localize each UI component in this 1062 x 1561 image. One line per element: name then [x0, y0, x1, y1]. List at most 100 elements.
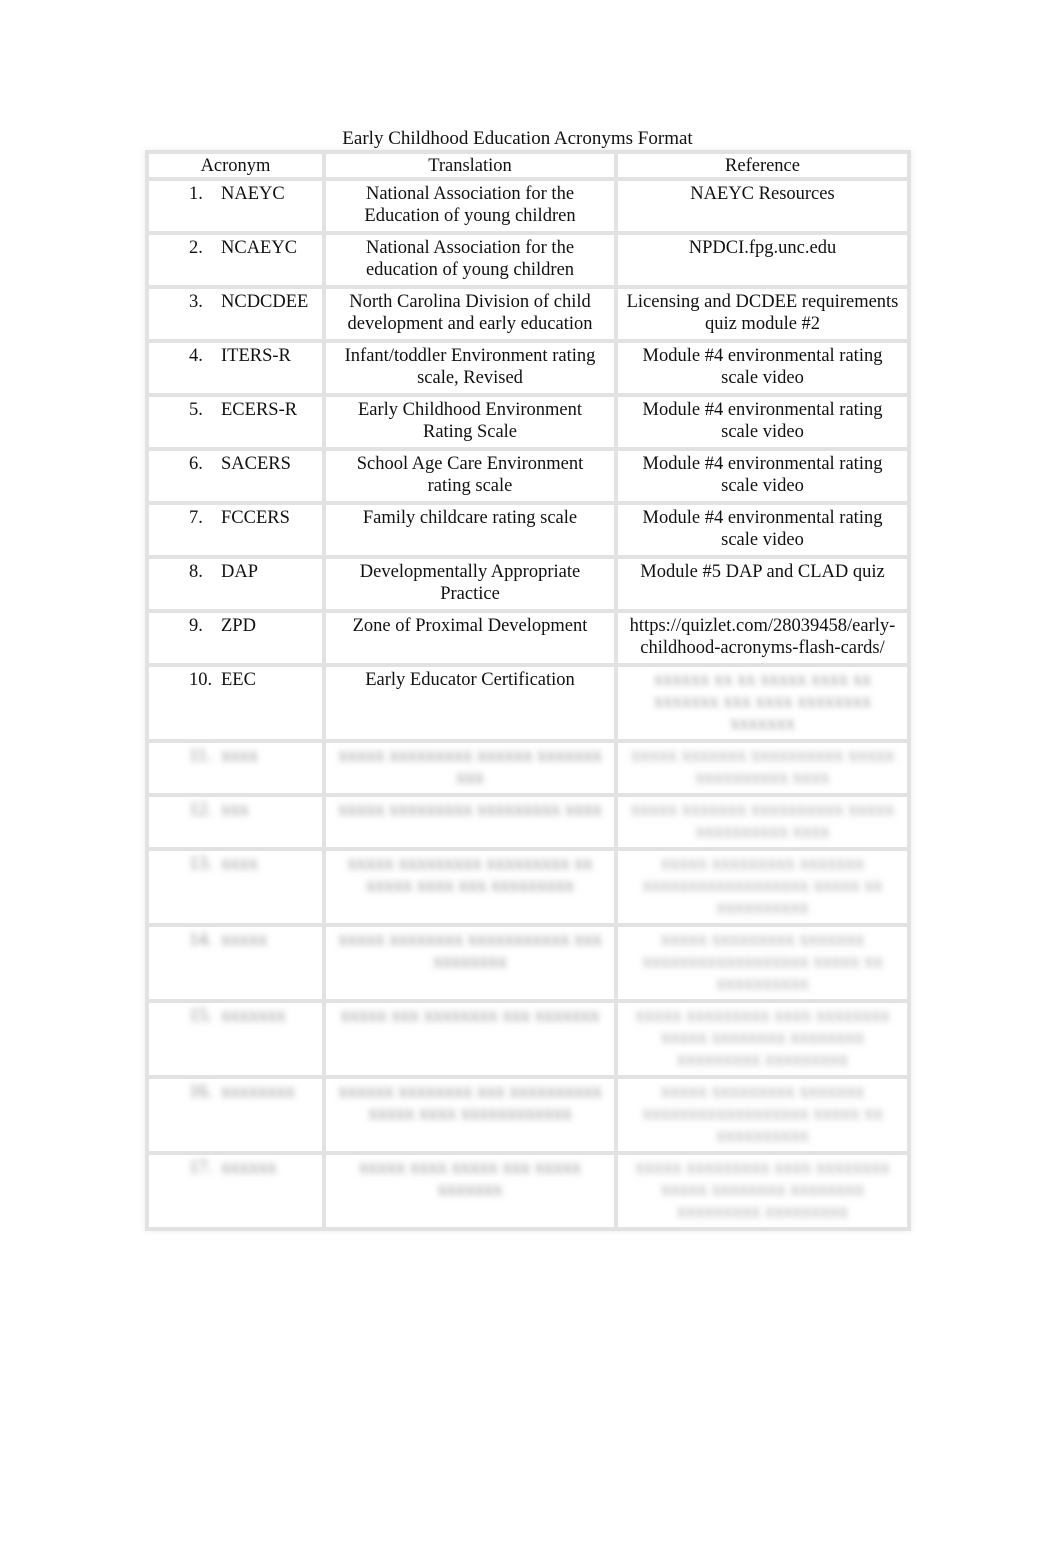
row-number: 6.	[189, 454, 203, 474]
reference-cell: Module #4 environmental rating scale vid…	[614, 339, 911, 397]
reference-cell: Module #4 environmental rating scale vid…	[614, 447, 911, 505]
acronym-cell: 5. ECERS-R	[145, 393, 326, 451]
reference-cell: xxxxx xxxxxxx xxxxxxxxxx xxxxx xxxxxxxxx…	[614, 739, 911, 797]
translation-cell: Infant/toddler Environment rating scale,…	[322, 339, 618, 397]
acronym-text: DAP	[221, 562, 259, 582]
translation-cell: Early Childhood Environment Rating Scale	[322, 393, 618, 451]
acronym-cell: 12. xxx	[145, 793, 326, 851]
acronyms-table: Acronym Translation Reference 1. NAEYC Nat…	[145, 150, 911, 1231]
row-number: 11.	[189, 746, 212, 766]
table-row: 17. xxxxxx xxxxx xxxx xxxxx xxx xxxxx xxxx…	[145, 1151, 911, 1231]
acronym-cell: 15. xxxxxxx	[145, 999, 326, 1079]
acronym-cell: 16. xxxxxxxx	[145, 1075, 326, 1155]
row-number: 15.	[189, 1006, 213, 1026]
header-acronym: Acronym	[145, 150, 326, 181]
acronym-text: NCDCDEE	[221, 292, 309, 312]
acronym-text: ECERS-R	[221, 400, 298, 420]
translation-cell: Family childcare rating scale	[322, 501, 618, 559]
table-row: 2. NCAEYC National Association for the edu…	[145, 231, 911, 289]
table-header-row: Acronym Translation Reference	[145, 150, 911, 181]
reference-cell: xxxxx xxxxxxxxx xxxx xxxxxxxx xxxxx xxxx…	[614, 999, 911, 1079]
acronym-cell: 4. ITERS-R	[145, 339, 326, 397]
acronym-cell: 13. xxxx	[145, 847, 326, 927]
translation-cell: Zone of Proximal Development	[322, 609, 618, 667]
acronym-text: NCAEYC	[221, 238, 298, 258]
acronym-text: ITERS-R	[221, 346, 291, 366]
reference-cell: Module #5 DAP and CLAD quiz	[614, 555, 911, 613]
reference-cell: https://quizlet.com/28039458/early-child…	[614, 609, 911, 667]
row-number: 14.	[189, 930, 213, 950]
row-number: 3.	[189, 292, 203, 312]
reference-cell: xxxxx xxxxxxxxx xxxxxxx xxxxxxxxxxxxxxxx…	[614, 1075, 911, 1155]
acronyms-table-container: Acronym Translation Reference 1. NAEYC Nat…	[145, 150, 911, 1231]
acronym-cell: 2. NCAEYC	[145, 231, 326, 289]
acronym-cell: 11. xxxx	[145, 739, 326, 797]
acronym-text: xxxxxx	[221, 1158, 277, 1178]
acronym-text: xxxxxxx	[221, 1006, 286, 1026]
acronym-cell: 7. FCCERS	[145, 501, 326, 559]
header-reference: Reference	[614, 150, 911, 181]
translation-cell: School Age Care Environment rating scale	[322, 447, 618, 505]
translation-cell: xxxxxx xxxxxxxx xxx xxxxxxxxxx xxxxx xxx…	[322, 1075, 618, 1155]
reference-cell: xxxxx xxxxxxxxx xxxxxxx xxxxxxxxxxxxxxxx…	[614, 923, 911, 1003]
acronym-text: ZPD	[221, 616, 256, 636]
row-number: 9.	[189, 616, 203, 636]
table-row: 7. FCCERS Family childcare rating scale Mod…	[145, 501, 911, 559]
translation-cell: xxxxx xxxx xxxxx xxx xxxxx xxxxxxx	[322, 1151, 618, 1231]
translation-cell: xxxxx xxxxxxxx xxxxxxxxxxx xxx xxxxxxxx	[322, 923, 618, 1003]
row-number: 1.	[189, 184, 203, 204]
translation-cell: North Carolina Division of child develop…	[322, 285, 618, 343]
acronym-cell: 17. xxxxxx	[145, 1151, 326, 1231]
reference-cell: xxxxx xxxxxxxxx xxxx xxxxxxxx xxxxx xxxx…	[614, 1151, 911, 1231]
row-number: 7.	[189, 508, 203, 528]
acronym-cell: 8. DAP	[145, 555, 326, 613]
row-number: 2.	[189, 238, 203, 258]
acronym-cell: 3. NCDCDEE	[145, 285, 326, 343]
translation-cell: xxxxx xxx xxxxxxxx xxx xxxxxxx	[322, 999, 618, 1079]
acronym-cell: 9. ZPD	[145, 609, 326, 667]
reference-cell: xxxxx xxxxxxx xxxxxxxxxx xxxxx xxxxxxxxx…	[614, 793, 911, 851]
reference-cell: NAEYC Resources	[614, 177, 911, 235]
acronym-text: EEC	[221, 670, 256, 690]
row-number: 4.	[189, 346, 203, 366]
row-number: 10.	[189, 670, 213, 690]
acronym-text: SACERS	[221, 454, 291, 474]
row-number: 13.	[189, 854, 213, 874]
reference-cell: Module #4 environmental rating scale vid…	[614, 501, 911, 559]
translation-cell: National Association for the education o…	[322, 231, 618, 289]
translation-cell: Developmentally Appropriate Practice	[322, 555, 618, 613]
header-translation: Translation	[322, 150, 618, 181]
acronym-cell: 6. SACERS	[145, 447, 326, 505]
row-number: 17.	[189, 1158, 213, 1178]
acronym-text: xxxxx	[221, 930, 268, 950]
table-row: 11. xxxx xxxxx xxxxxxxxx xxxxxx xxxxxxx xx…	[145, 739, 911, 797]
document-title: Early Childhood Education Acronyms Forma…	[342, 128, 693, 149]
table-row: 12. xxx xxxxx xxxxxxxxx xxxxxxxxx xxxx xxxx…	[145, 793, 911, 851]
reference-cell: Module #4 environmental rating scale vid…	[614, 393, 911, 451]
table-row: 13. xxxx xxxxx xxxxxxxxx xxxxxxxxx xx xxxx…	[145, 847, 911, 927]
row-number: 16.	[189, 1082, 213, 1102]
table-row: 15. xxxxxxx xxxxx xxx xxxxxxxx xxx xxxxxxx…	[145, 999, 911, 1079]
acronym-text: xxxxxxxx	[221, 1082, 295, 1102]
table-row: 10. EEC Early Educator Certification xxxxxx…	[145, 663, 911, 743]
acronym-cell: 10. EEC	[145, 663, 326, 743]
acronym-text: xxxx	[221, 854, 258, 874]
acronym-text: xxxx	[221, 746, 258, 766]
acronym-text: xxx	[221, 800, 249, 820]
reference-cell: xxxxx xxxxxxxxx xxxxxxx xxxxxxxxxxxxxxxx…	[614, 847, 911, 927]
acronym-text: FCCERS	[221, 508, 290, 528]
reference-cell: NPDCI.fpg.unc.edu	[614, 231, 911, 289]
acronym-cell: 1. NAEYC	[145, 177, 326, 235]
table-row: 14. xxxxx xxxxx xxxxxxxx xxxxxxxxxxx xxx x…	[145, 923, 911, 1003]
row-number: 12.	[189, 800, 213, 820]
table-row: 8. DAP Developmentally Appropriate Practic…	[145, 555, 911, 613]
table-row: 6. SACERS School Age Care Environment rati…	[145, 447, 911, 505]
table-row: 16. xxxxxxxx xxxxxx xxxxxxxx xxx xxxxxxxxx…	[145, 1075, 911, 1155]
table-row: 3. NCDCDEE North Carolina Division of chil…	[145, 285, 911, 343]
table-row: 1. NAEYC National Association for the Educ…	[145, 177, 911, 235]
table-row: 5. ECERS-R Early Childhood Environment Rat…	[145, 393, 911, 451]
acronym-cell: 14. xxxxx	[145, 923, 326, 1003]
translation-cell: Early Educator Certification	[322, 663, 618, 743]
reference-cell: Licensing and DCDEE requirements quiz mo…	[614, 285, 911, 343]
acronym-text: NAEYC	[221, 184, 285, 204]
